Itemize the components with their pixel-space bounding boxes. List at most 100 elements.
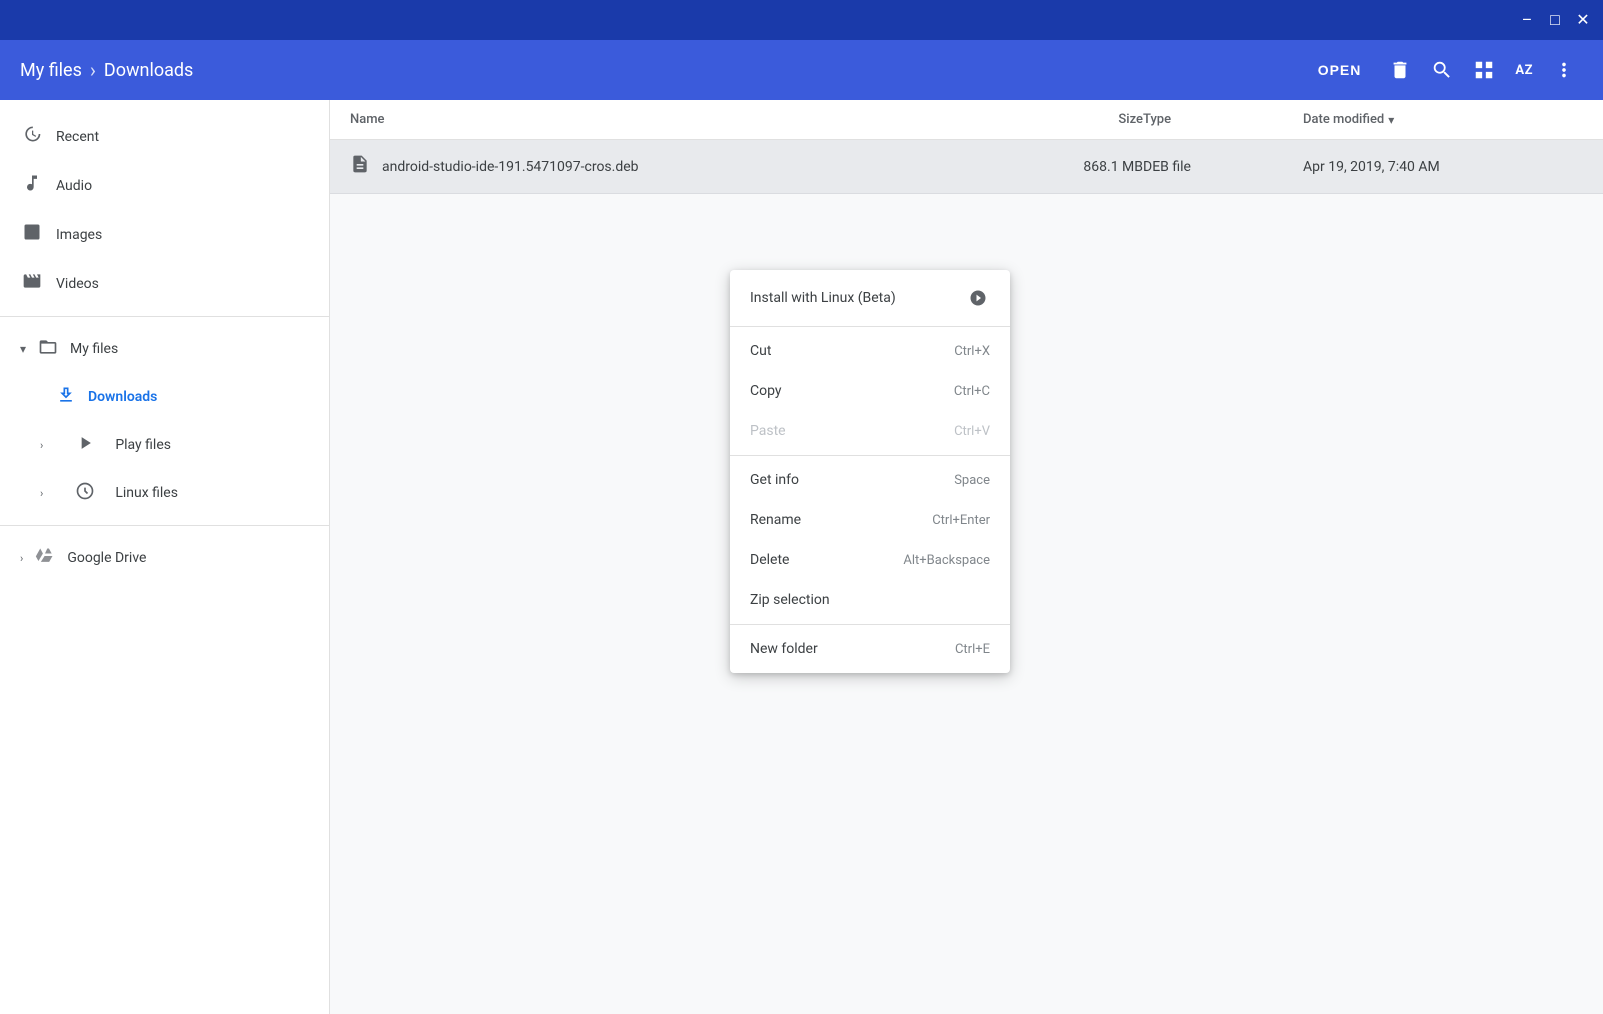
newfolder-label: New folder <box>750 641 818 657</box>
date-header-label: Date modified <box>1303 112 1384 127</box>
playfiles-icon <box>75 433 95 457</box>
sidebar-item-recent[interactable]: Recent <box>0 112 329 161</box>
menu-separator-1 <box>730 326 1010 327</box>
menu-item-delete[interactable]: Delete Alt+Backspace <box>730 540 1010 580</box>
close-button[interactable]: ✕ <box>1571 8 1595 32</box>
sort-label: AZ <box>1515 63 1533 78</box>
audio-label: Audio <box>56 178 92 194</box>
images-icon <box>20 222 44 247</box>
main-layout: Recent Audio Images Videos ▾ <box>0 100 1603 1014</box>
recent-label: Recent <box>56 129 99 145</box>
sidebar-myfiles-header[interactable]: ▾ My files <box>0 325 329 373</box>
header-name[interactable]: Name <box>350 112 1023 127</box>
menu-item-getinfo[interactable]: Get info Space <box>730 460 1010 500</box>
newfolder-shortcut: Ctrl+E <box>955 642 990 657</box>
search-icon <box>1431 59 1453 81</box>
menu-item-cut[interactable]: Cut Ctrl+X <box>730 331 1010 371</box>
videos-icon <box>20 271 44 296</box>
install-icon <box>966 286 990 310</box>
getinfo-shortcut: Space <box>954 473 990 488</box>
sidebar-item-audio[interactable]: Audio <box>0 161 329 210</box>
linuxfiles-label: Linux files <box>115 485 178 501</box>
size-header-label: Size <box>1118 112 1143 127</box>
header-type[interactable]: Type <box>1143 112 1303 127</box>
cut-label: Cut <box>750 343 771 359</box>
open-button[interactable]: OPEN <box>1302 54 1378 86</box>
images-label: Images <box>56 227 102 243</box>
sidebar-item-videos[interactable]: Videos <box>0 259 329 308</box>
delete-shortcut: Alt+Backspace <box>903 553 990 568</box>
sort-arrow-icon: ▾ <box>1388 113 1394 127</box>
rename-shortcut: Ctrl+Enter <box>932 513 990 528</box>
delete-button[interactable] <box>1381 51 1419 89</box>
myfiles-icon <box>38 337 58 361</box>
delete-icon <box>1389 59 1411 81</box>
header-date[interactable]: Date modified ▾ <box>1303 112 1583 127</box>
breadcrumb-current[interactable]: Downloads <box>104 60 193 81</box>
playfiles-chevron-icon: › <box>40 439 43 452</box>
file-type: DEB file <box>1143 159 1303 175</box>
menu-item-zip[interactable]: Zip selection <box>730 580 1010 620</box>
sidebar-linuxfiles-header[interactable]: › Linux files <box>0 469 329 517</box>
cut-shortcut: Ctrl+X <box>954 344 990 359</box>
more-vert-icon <box>1553 59 1575 81</box>
file-name: android-studio-ide-191.5471097-cros.deb <box>382 159 639 175</box>
context-menu: Install with Linux (Beta) Cut Ctrl+X Cop… <box>730 270 1010 673</box>
myfiles-chevron-icon: ▾ <box>20 342 26 356</box>
install-label: Install with Linux (Beta) <box>750 290 896 306</box>
menu-separator-2 <box>730 455 1010 456</box>
header-size[interactable]: Size <box>1023 112 1143 127</box>
menu-separator-3 <box>730 624 1010 625</box>
playfiles-label: Play files <box>115 437 171 453</box>
sidebar-item-images[interactable]: Images <box>0 210 329 259</box>
paste-shortcut: Ctrl+V <box>954 424 990 439</box>
recent-icon <box>20 124 44 149</box>
file-area: Name Size Type Date modified ▾ android-s… <box>330 100 1603 1014</box>
sidebar-playfiles-header[interactable]: › Play files <box>0 421 329 469</box>
minimize-button[interactable]: – <box>1515 8 1539 32</box>
videos-label: Videos <box>56 276 99 292</box>
deb-file-icon <box>350 152 370 181</box>
menu-item-paste[interactable]: Paste Ctrl+V <box>730 411 1010 451</box>
table-header: Name Size Type Date modified ▾ <box>330 100 1603 140</box>
header-actions: OPEN AZ <box>1302 51 1583 89</box>
menu-item-rename[interactable]: Rename Ctrl+Enter <box>730 500 1010 540</box>
sidebar-divider-1 <box>0 316 329 317</box>
file-date: Apr 19, 2019, 7:40 AM <box>1303 159 1583 175</box>
menu-item-newfolder[interactable]: New folder Ctrl+E <box>730 629 1010 669</box>
myfiles-label: My files <box>70 341 118 357</box>
zip-label: Zip selection <box>750 592 830 608</box>
menu-item-install[interactable]: Install with Linux (Beta) <box>730 274 1010 322</box>
googledrive-label: Google Drive <box>67 550 146 566</box>
googledrive-chevron-icon: › <box>20 552 23 565</box>
paste-label: Paste <box>750 423 786 439</box>
title-bar: – □ ✕ <box>0 0 1603 40</box>
breadcrumb: My files › Downloads <box>20 58 1302 82</box>
sidebar: Recent Audio Images Videos ▾ <box>0 100 330 1014</box>
linuxfiles-chevron-icon: › <box>40 487 43 500</box>
menu-item-copy[interactable]: Copy Ctrl+C <box>730 371 1010 411</box>
breadcrumb-root[interactable]: My files <box>20 60 82 81</box>
file-name-cell: android-studio-ide-191.5471097-cros.deb <box>350 152 1023 181</box>
maximize-button[interactable]: □ <box>1543 8 1567 32</box>
getinfo-label: Get info <box>750 472 799 488</box>
sidebar-downloads[interactable]: Downloads <box>0 373 329 421</box>
header: My files › Downloads OPEN AZ <box>0 40 1603 100</box>
search-button[interactable] <box>1423 51 1461 89</box>
table-row[interactable]: android-studio-ide-191.5471097-cros.deb … <box>330 140 1603 194</box>
downloads-icon <box>56 385 76 409</box>
sidebar-googledrive-header[interactable]: › Google Drive <box>0 534 329 582</box>
audio-icon <box>20 173 44 198</box>
breadcrumb-separator: › <box>90 58 96 82</box>
file-size: 868.1 MB <box>1023 159 1143 175</box>
sort-button[interactable]: AZ <box>1507 55 1541 86</box>
linuxfiles-icon <box>75 481 95 505</box>
name-header-label: Name <box>350 112 385 127</box>
googledrive-icon <box>35 546 55 570</box>
downloads-label: Downloads <box>88 389 157 405</box>
more-menu-button[interactable] <box>1545 51 1583 89</box>
copy-shortcut: Ctrl+C <box>954 384 990 399</box>
grid-view-button[interactable] <box>1465 51 1503 89</box>
grid-icon <box>1473 59 1495 81</box>
copy-label: Copy <box>750 383 782 399</box>
